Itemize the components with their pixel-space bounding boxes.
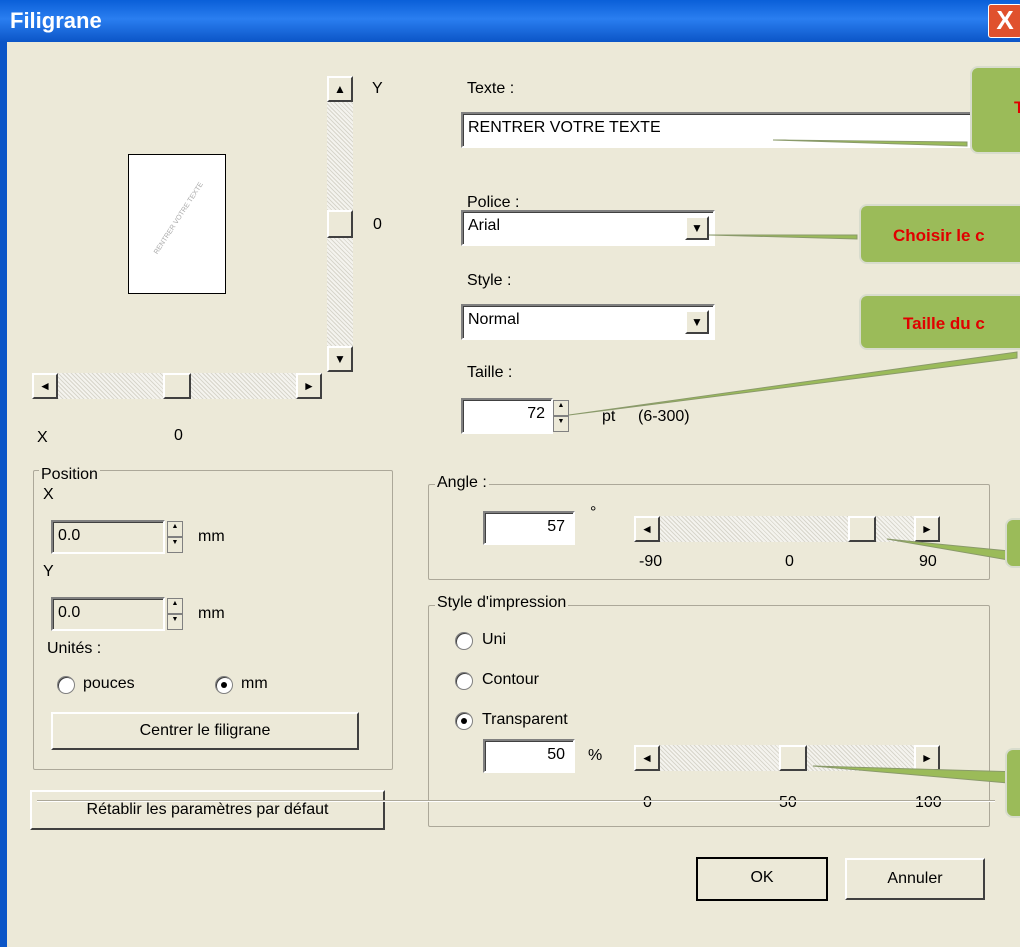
units-label: Unités :	[47, 640, 102, 657]
vertical-slider-down-arrow[interactable]: ▼	[327, 346, 353, 372]
text-callout-text: T	[1014, 98, 1020, 118]
position-y-spin-down[interactable]: ▼	[167, 614, 183, 630]
window-title: Filigrane	[10, 8, 102, 33]
horizontal-slider-right-arrow[interactable]: ►	[296, 373, 322, 399]
angle-degree-symbol: °	[590, 504, 597, 521]
radio-mm[interactable]	[215, 676, 233, 694]
angle-mid-label: 0	[785, 553, 794, 570]
angle-input-value: 57	[547, 518, 565, 535]
style-select-value: Normal	[468, 311, 520, 328]
style-select[interactable]: Normal	[461, 304, 715, 340]
angle-max-label: 90	[919, 553, 937, 570]
transparency-input[interactable]: 50	[483, 739, 575, 773]
radio-transparent[interactable]	[455, 712, 473, 730]
size-callout-pointer	[568, 351, 1018, 416]
transparency-mid-label: 50	[779, 794, 797, 811]
position-y-value: 0.0	[58, 604, 81, 621]
radio-mm-label[interactable]: mm	[241, 675, 268, 693]
position-x-unit: mm	[198, 528, 225, 545]
angle-slider-left-arrow[interactable]: ◄	[634, 516, 660, 542]
radio-mm-dot	[221, 682, 227, 688]
size-input[interactable]: 72	[461, 398, 553, 434]
preview-watermark-text: RENTRER VOTRE TEXTE	[153, 181, 205, 256]
vertical-slider-thumb[interactable]	[327, 210, 353, 238]
angle-group-label: Angle :	[435, 474, 489, 492]
transparency-max-label: 100	[915, 794, 942, 811]
position-y-input[interactable]: 0.0	[51, 597, 165, 631]
transparency-slider-left-arrow[interactable]: ◄	[634, 745, 660, 771]
reset-defaults-button[interactable]: Rétablir les paramètres par défaut	[30, 790, 385, 830]
radio-transparent-label[interactable]: Transparent	[482, 711, 568, 729]
vertical-axis-label: Y	[372, 80, 383, 97]
font-callout-pointer	[708, 234, 858, 240]
radio-pouces-label[interactable]: pouces	[83, 675, 135, 693]
size-field-label: Taille :	[467, 364, 513, 381]
radio-uni-label[interactable]: Uni	[482, 631, 506, 649]
position-group-label: Position	[39, 466, 100, 484]
transparency-slider-thumb[interactable]	[779, 745, 807, 771]
angle-slider-thumb[interactable]	[848, 516, 876, 542]
vertical-slider-up-arrow[interactable]: ▲	[327, 76, 353, 102]
text-callout: T	[970, 66, 1020, 154]
style-dropdown-arrow[interactable]: ▼	[685, 310, 709, 334]
size-input-value: 72	[527, 405, 545, 422]
dialog-client-area: RENTRER VOTRE TEXTE ▲ ▼ Y 0 ◄ ► X 0 Text…	[7, 42, 1020, 947]
transparency-percent: %	[588, 747, 603, 764]
horizontal-slider-value: 0	[174, 427, 183, 444]
close-button[interactable]: X	[988, 4, 1020, 38]
text-input-value: RENTRER VOTRE TEXTE	[468, 119, 661, 136]
style-field-label: Style :	[467, 272, 512, 289]
angle-callout	[1005, 518, 1020, 568]
radio-contour-label[interactable]: Contour	[482, 671, 539, 689]
font-dropdown-arrow[interactable]: ▼	[685, 216, 709, 240]
radio-contour[interactable]	[455, 672, 473, 690]
font-callout-text: Choisir le c	[893, 226, 985, 245]
size-callout-text: Taille du c	[903, 314, 985, 333]
cancel-button[interactable]: Annuler	[845, 858, 985, 900]
position-y-label: Y	[43, 563, 54, 580]
size-spin-up[interactable]: ▲	[553, 400, 569, 416]
title-bar: Filigrane X	[0, 0, 1020, 42]
radio-uni[interactable]	[455, 632, 473, 650]
print-style-group-label: Style d'impression	[435, 594, 569, 612]
center-watermark-button[interactable]: Centrer le filigrane	[51, 712, 359, 750]
position-x-input[interactable]: 0.0	[51, 520, 165, 554]
transparency-callout	[1005, 748, 1020, 818]
position-y-spin-up[interactable]: ▲	[167, 598, 183, 614]
horizontal-slider-left-arrow[interactable]: ◄	[32, 373, 58, 399]
transparency-slider-right-arrow[interactable]: ►	[914, 745, 940, 771]
position-x-spin-up[interactable]: ▲	[167, 521, 183, 537]
size-callout: Taille du c	[859, 294, 1020, 350]
position-x-value: 0.0	[58, 527, 81, 544]
ok-button[interactable]: OK	[696, 857, 828, 901]
angle-slider-right-arrow[interactable]: ►	[914, 516, 940, 542]
text-field-label: Texte :	[467, 80, 515, 97]
horizontal-slider-thumb[interactable]	[163, 373, 191, 399]
angle-min-label: -90	[639, 553, 663, 570]
vertical-slider-value: 0	[373, 216, 382, 233]
bottom-separator	[37, 800, 995, 802]
size-unit: pt	[602, 408, 616, 425]
transparency-min-label: 0	[643, 794, 652, 811]
transparency-input-value: 50	[547, 746, 565, 763]
size-range: (6-300)	[638, 408, 690, 425]
window-frame-left	[0, 42, 7, 947]
position-x-spin-down[interactable]: ▼	[167, 537, 183, 553]
position-x-label: X	[43, 486, 54, 503]
radio-pouces[interactable]	[57, 676, 75, 694]
font-select[interactable]: Arial	[461, 210, 715, 246]
text-input[interactable]: RENTRER VOTRE TEXTE	[461, 112, 1011, 148]
angle-input[interactable]: 57	[483, 511, 575, 545]
font-callout: Choisir le c	[859, 204, 1020, 264]
size-spin-down[interactable]: ▼	[553, 416, 569, 432]
preview-page: RENTRER VOTRE TEXTE	[128, 154, 226, 294]
horizontal-axis-label: X	[37, 429, 48, 446]
radio-transparent-dot	[461, 718, 467, 724]
font-select-value: Arial	[468, 217, 501, 234]
position-y-unit: mm	[198, 605, 225, 622]
